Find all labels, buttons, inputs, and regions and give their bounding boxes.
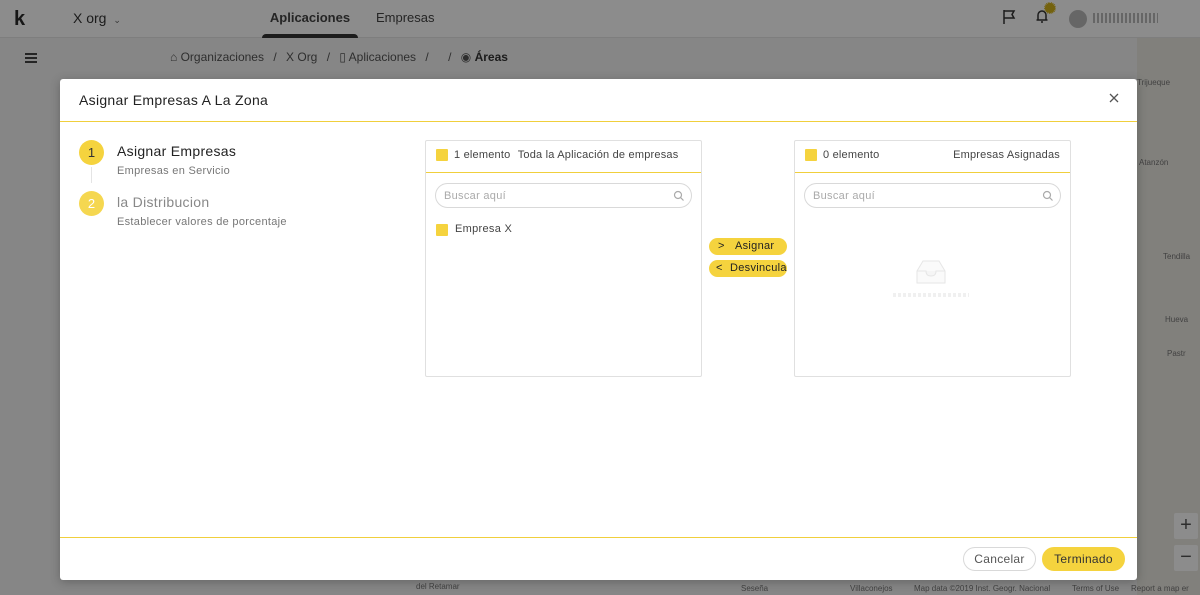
step-title: Asignar Empresas <box>117 143 237 159</box>
step-description: Establecer valores de porcentaje <box>117 216 287 228</box>
search-icon <box>673 190 684 201</box>
target-search-input[interactable] <box>813 188 1033 204</box>
close-icon <box>1109 93 1119 103</box>
unlink-button[interactable]: < Desvincular <box>709 260 787 277</box>
select-all-checkbox[interactable] <box>436 149 448 161</box>
target-list-count: 0 elemento <box>823 149 880 161</box>
list-item[interactable]: Empresa X <box>436 222 691 240</box>
step-description: Empresas en Servicio <box>117 165 230 177</box>
chevron-right-icon: > <box>718 240 725 252</box>
cancel-button[interactable]: Cancelar <box>963 547 1036 571</box>
source-list-count: 1 elemento Toda la Aplicación de empresa… <box>454 149 678 161</box>
source-list-header: 1 elemento Toda la Aplicación de empresa… <box>426 141 701 173</box>
modal-header: Asignar Empresas A La Zona <box>60 79 1137 122</box>
step-number: 1 <box>79 140 104 165</box>
target-list-title: Empresas Asignadas <box>953 149 1060 161</box>
done-button[interactable]: Terminado <box>1042 547 1125 571</box>
chevron-left-icon: < <box>716 262 723 274</box>
target-search-box[interactable] <box>804 183 1061 208</box>
step-number: 2 <box>79 191 104 216</box>
assign-button-label: Asignar <box>735 240 775 252</box>
modal-footer: Cancelar Terminado <box>60 537 1137 580</box>
source-list-title: Toda la Aplicación de empresas <box>517 149 679 161</box>
empty-inbox-icon <box>916 260 946 284</box>
list-item-label: Empresa X <box>455 223 513 235</box>
source-search-input[interactable] <box>444 188 664 204</box>
source-list: 1 elemento Toda la Aplicación de empresa… <box>425 140 702 377</box>
close-button[interactable] <box>1107 91 1121 105</box>
step-title: la Distribucion <box>117 194 210 210</box>
target-list: 0 elemento Empresas Asignadas <box>794 140 1071 377</box>
modal-title: Asignar Empresas A La Zona <box>79 92 269 108</box>
assign-button[interactable]: > Asignar <box>709 238 787 255</box>
empty-state <box>893 259 973 319</box>
item-checkbox[interactable] <box>436 224 448 236</box>
search-icon <box>1042 190 1053 201</box>
empty-state-text <box>893 293 969 297</box>
target-list-header: 0 elemento Empresas Asignadas <box>795 141 1070 173</box>
item-count: 1 elemento <box>454 149 511 161</box>
step-connector <box>91 167 92 183</box>
select-all-checkbox[interactable] <box>805 149 817 161</box>
source-search-box[interactable] <box>435 183 692 208</box>
unlink-button-label: Desvincular <box>730 262 787 274</box>
assign-companies-modal: Asignar Empresas A La Zona 1 Asignar Emp… <box>60 79 1137 580</box>
